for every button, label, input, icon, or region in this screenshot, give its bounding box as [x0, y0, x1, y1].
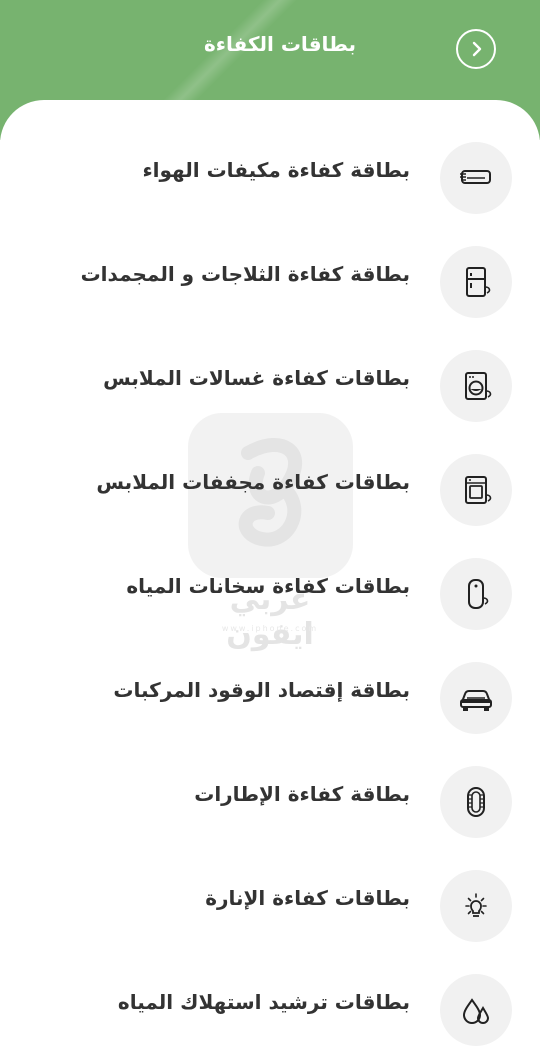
list-item-vehicle-fuel[interactable]: بطاقة إقتصاد الوقود المركبات — [0, 620, 540, 734]
list-item-label: بطاقة إقتصاد الوقود المركبات — [113, 678, 410, 702]
list-item-washing-machine[interactable]: بطاقات كفاءة غسالات الملابس — [0, 308, 540, 422]
list-item-label: بطاقات كفاءة الإنارة — [205, 886, 410, 910]
list-item-label: بطاقات كفاءة سخانات المياه — [126, 574, 410, 598]
list-item-tires[interactable]: بطاقة كفاءة الإطارات — [0, 724, 540, 838]
list-panel: عربي ايفون www.iphone.com بطاقة كفاءة مك… — [0, 100, 540, 1057]
list-item-lighting[interactable]: بطاقات كفاءة الإنارة — [0, 828, 540, 942]
back-button[interactable] — [456, 29, 496, 69]
water-drops-icon — [440, 974, 512, 1046]
list-item-water-saving[interactable]: بطاقات ترشيد استهلاك المياه — [0, 932, 540, 1046]
list-item-label: بطاقات كفاءة غسالات الملابس — [103, 366, 410, 390]
list-item-water-heater[interactable]: بطاقات كفاءة سخانات المياه — [0, 516, 540, 630]
list-item-label: بطاقة كفاءة الثلاجات و المجمدات — [80, 262, 410, 286]
list-item-label: بطاقة كفاءة مكيفات الهواء — [142, 158, 410, 182]
list-item-label: بطاقة كفاءة الإطارات — [194, 782, 410, 806]
list-item-clothes-dryer[interactable]: بطاقات كفاءة مجففات الملابس — [0, 412, 540, 526]
list-item-refrigerator[interactable]: بطاقة كفاءة الثلاجات و المجمدات — [0, 204, 540, 318]
list-item-label: بطاقات ترشيد استهلاك المياه — [117, 990, 410, 1014]
list-item-label: بطاقات كفاءة مجففات الملابس — [96, 470, 410, 494]
list-item-air-conditioner[interactable]: بطاقة كفاءة مكيفات الهواء — [0, 100, 540, 214]
chevron-right-icon — [472, 41, 482, 57]
